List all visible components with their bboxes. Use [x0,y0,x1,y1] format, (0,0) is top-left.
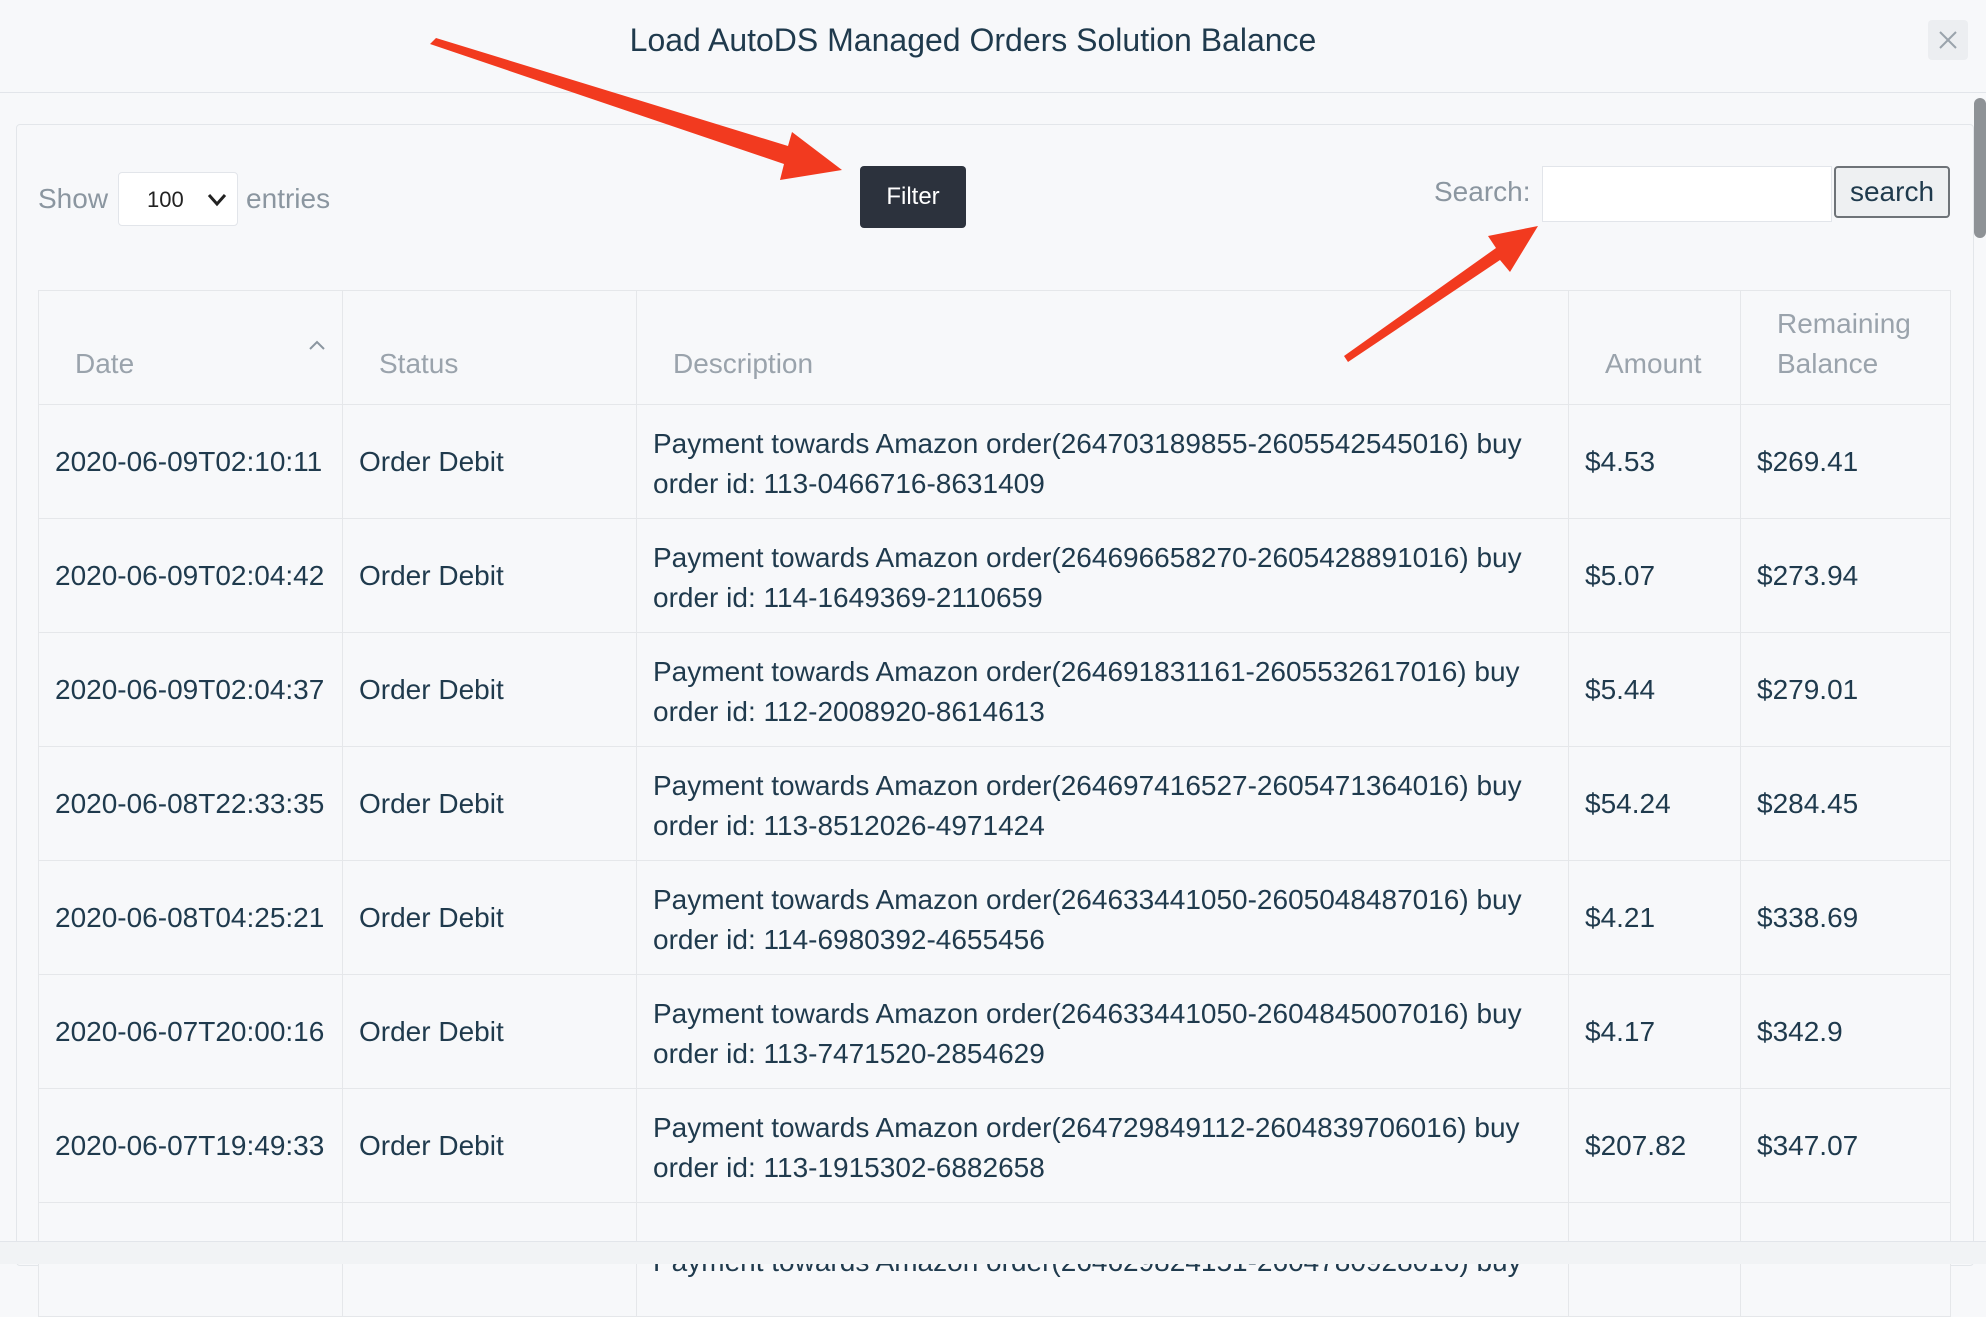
chevron-down-icon [207,194,227,207]
cell-amount: $4.53 [1568,404,1741,519]
cell-status: Order Debit [342,404,637,519]
sort-ascending-icon [309,340,325,350]
cell-description: Payment towards Amazon order(26469665827… [636,518,1569,633]
show-label: Show [38,183,109,214]
cell-status: Order Debit [342,632,637,747]
scrollbar-thumb[interactable] [1974,98,1986,238]
cell-date: 2020-06-09T02:10:11 [38,404,343,519]
filter-button[interactable]: Filter [860,166,966,228]
column-header-status[interactable]: Status [342,290,637,405]
cell-remaining-balance: $284.45 [1740,746,1951,861]
search-input[interactable] [1542,166,1832,222]
cell-status: Order Debit [342,518,637,633]
cell-date: 2020-06-09T02:04:42 [38,518,343,633]
horizontal-scrollbar[interactable] [0,1241,1986,1264]
cell-remaining-balance: $342.9 [1740,974,1951,1089]
cell-status: Order Debit [342,1088,637,1203]
cell-date: 2020-06-07T19:49:33 [38,1088,343,1203]
entries-select[interactable]: 100 [118,172,239,226]
table-header-row: Date Status Description Amount Remaining… [38,290,1951,405]
table-body: 2020-06-09T02:10:11 Order Debit Payment to… [38,404,1951,1317]
cell-description: Payment towards Amazon order(26469183116… [636,632,1569,747]
balance-table: Date Status Description Amount Remaining… [38,290,1951,1317]
table-row[interactable]: 2020-06-07T20:00:16 Order Debit Payment to… [38,974,1951,1089]
table-row[interactable]: 2020-06-07T19:49:33 Order Debit Payment to… [38,1088,1951,1203]
cell-description: Payment towards Amazon order(26463344105… [636,860,1569,975]
close-button[interactable] [1928,20,1968,60]
cell-description: Payment towards Amazon order(26469741652… [636,746,1569,861]
cell-description: Payment towards Amazon order(26470318985… [636,404,1569,519]
entries-length-control: Show 100 entries [38,172,330,226]
cell-amount: $5.07 [1568,518,1741,633]
table-row[interactable]: 2020-06-08T22:33:35 Order Debit Payment to… [38,746,1951,861]
modal-header: Load AutoDS Managed Orders Solution Bala… [0,0,1986,93]
cell-amount: $207.82 [1568,1088,1741,1203]
cell-remaining-balance: $279.01 [1740,632,1951,747]
modal-title: Load AutoDS Managed Orders Solution Bala… [629,22,1317,58]
cell-description: Payment towards Amazon order(26463344105… [636,974,1569,1089]
table-row[interactable]: 2020-06-08T04:25:21 Order Debit Payment to… [38,860,1951,975]
cell-date: 2020-06-08T04:25:21 [38,860,343,975]
cell-date: 2020-06-08T22:33:35 [38,746,343,861]
cell-remaining-balance: $347.07 [1740,1088,1951,1203]
column-header-date[interactable]: Date [38,290,343,405]
balance-table-wrapper: Date Status Description Amount Remaining… [38,290,1951,1317]
cell-status: Order Debit [342,746,637,861]
cell-remaining-balance: $338.69 [1740,860,1951,975]
entries-select-value: 100 [147,187,184,212]
cell-date: 2020-06-09T02:04:37 [38,632,343,747]
entries-label: entries [246,183,331,214]
search-label: Search: [1434,176,1531,207]
cell-description: Payment towards Amazon order(26472984911… [636,1088,1569,1203]
cell-amount: $4.21 [1568,860,1741,975]
close-icon [1939,31,1957,49]
cell-status: Order Debit [342,860,637,975]
table-row[interactable]: 2020-06-09T02:04:42 Order Debit Payment to… [38,518,1951,633]
cell-remaining-balance: $269.41 [1740,404,1951,519]
table-row[interactable]: 2020-06-09T02:10:11 Order Debit Payment to… [38,404,1951,519]
cell-status: Order Debit [342,974,637,1089]
cell-remaining-balance: $273.94 [1740,518,1951,633]
column-header-amount[interactable]: Amount [1568,290,1741,405]
search-button[interactable]: search [1834,166,1950,218]
cell-amount: $4.17 [1568,974,1741,1089]
cell-date: 2020-06-07T20:00:16 [38,974,343,1089]
column-header-remaining-balance[interactable]: Remaining Balance [1740,290,1951,405]
cell-amount: $54.24 [1568,746,1741,861]
column-header-description[interactable]: Description [636,290,1569,405]
table-row[interactable]: 2020-06-09T02:04:37 Order Debit Payment to… [38,632,1951,747]
cell-amount: $5.44 [1568,632,1741,747]
